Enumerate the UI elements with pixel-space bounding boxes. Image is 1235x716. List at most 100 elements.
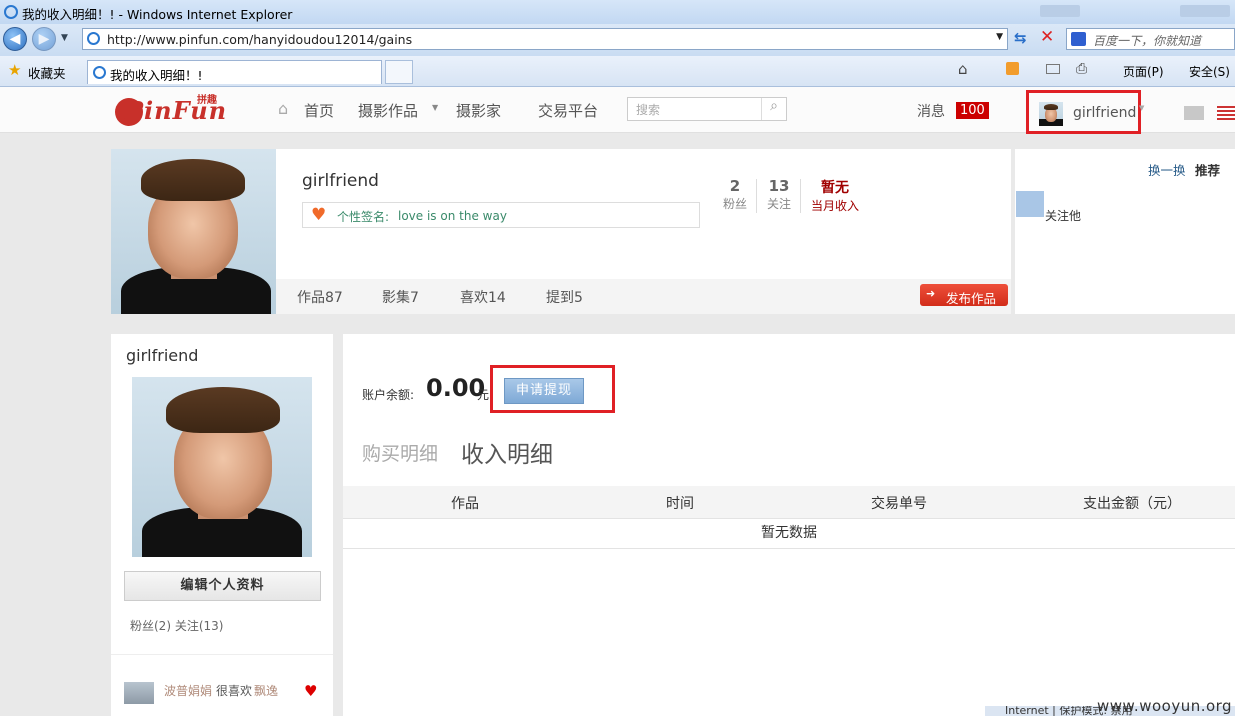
home-nav-icon: ⌂ [278, 99, 289, 118]
stat-following-value: 13 [768, 177, 790, 195]
stat-following[interactable]: 13 关注 [761, 177, 797, 212]
stat-fans-value: 2 [729, 177, 741, 195]
nav-home[interactable]: 首页 [304, 100, 334, 121]
favorites-star-icon[interactable]: ★ [8, 61, 21, 79]
publish-button-label: 发布作品 [946, 291, 997, 306]
safety-menu[interactable]: 安全(S) [1189, 63, 1230, 80]
logo-small-text: 拼趣 [197, 95, 217, 106]
works-dropdown-icon[interactable]: ▼ [432, 103, 438, 112]
feeds-icon[interactable] [1006, 62, 1019, 75]
new-tab-button[interactable] [385, 60, 413, 84]
back-button[interactable]: ◀ [3, 27, 27, 51]
messages-count-badge[interactable]: 100 [956, 102, 989, 119]
flag-us-icon[interactable] [1217, 106, 1235, 120]
publish-button[interactable]: ➜ 发布作品 [920, 284, 1008, 306]
signature-text: love is on the way [398, 209, 507, 223]
sidebar-avatar [132, 377, 312, 557]
page-menu[interactable]: 页面(P) [1123, 63, 1164, 80]
site-search-input[interactable]: 搜索 ⌕ [627, 97, 787, 121]
heart-icon: ♥ [311, 205, 327, 225]
profile-header: girlfriend ♥ 个性签名: love is on the way 2 … [111, 149, 1011, 314]
col-order-number: 交易单号 [871, 496, 927, 512]
favorites-label[interactable]: 收藏夹 [28, 63, 66, 82]
user-dropdown-icon[interactable]: ▼ [1139, 104, 1144, 112]
tab-albums[interactable]: 影集7 [382, 287, 419, 307]
url-text[interactable]: http://www.pinfun.com/hanyidoudou12014/g… [107, 32, 412, 47]
nav-trade[interactable]: 交易平台 [538, 100, 598, 121]
tab-likes[interactable]: 喜欢14 [460, 287, 506, 307]
stat-following-label: 关注 [766, 197, 791, 211]
balance-currency: 元 [477, 388, 490, 402]
watermark-text: www.wooyun.org [1097, 697, 1233, 715]
refresh-link[interactable]: 换一换 [1148, 160, 1186, 179]
col-work: 作品 [451, 496, 479, 512]
address-field[interactable]: http://www.pinfun.com/hanyidoudou12014/g… [82, 28, 1008, 50]
col-time: 时间 [666, 496, 694, 512]
activity-target[interactable]: 飘逸 [254, 682, 278, 699]
sidebar-divider [111, 654, 333, 655]
tab-title: 我的收入明细！! [110, 68, 203, 83]
url-dropdown-icon[interactable]: ▼ [996, 32, 1003, 42]
follow-link[interactable]: 关注他 [1045, 207, 1081, 224]
flag-cn-icon[interactable] [1184, 106, 1204, 120]
site-search-placeholder: 搜索 [636, 103, 661, 117]
activity-user[interactable]: 波普娟娟 [164, 682, 212, 699]
home-icon[interactable]: ⌂ [958, 60, 968, 78]
baidu-icon [1071, 32, 1086, 46]
window-title: 我的收入明细！! - Windows Internet Explorer [22, 7, 293, 22]
table-header: 作品 时间 交易单号 支出金额（元） [343, 486, 1235, 519]
left-sidebar: girlfriend 编辑个人资料 粉丝(2) 关注(13) 波普娟娟 很喜欢 … [111, 334, 333, 716]
col-amount: 支出金额（元） [1083, 496, 1181, 512]
sidebar-follow-stats[interactable]: 粉丝(2) 关注(13) [130, 617, 223, 634]
like-heart-icon[interactable]: ♥ [304, 682, 317, 700]
tab-purchase-details[interactable]: 购买明细 [362, 439, 438, 466]
browser-tab[interactable]: 我的收入明细！! [87, 60, 382, 84]
signature-label: 个性签名: [337, 210, 390, 224]
withdraw-button[interactable]: 申请提现 [504, 378, 584, 404]
window-title-bar: 我的收入明细！! - Windows Internet Explorer [0, 0, 1235, 25]
recommend-panel: 换一换 推荐 关注他 [1015, 149, 1235, 314]
forward-button[interactable]: ▶ [32, 27, 56, 51]
refresh-icon[interactable]: ⇆ [1014, 29, 1027, 47]
table-empty-row: 暂无数据 [343, 519, 1235, 549]
stat-income: 暂无 当月收入 [806, 177, 864, 214]
stat-divider [756, 179, 757, 213]
recommend-avatar[interactable] [1016, 191, 1044, 217]
profile-name: girlfriend [302, 171, 379, 191]
tab-works[interactable]: 作品87 [297, 287, 343, 307]
browser-search-box[interactable]: 百度一下，你就知道 [1066, 28, 1235, 50]
tab-income-details[interactable]: 收入明细 [461, 435, 553, 469]
stat-fans[interactable]: 2 粉丝 [717, 177, 753, 212]
activity-thumbnail[interactable] [124, 682, 154, 704]
ie-logo-icon [4, 5, 18, 19]
site-logo[interactable]: PinFun 拼趣 [115, 94, 235, 126]
stat-divider [800, 179, 801, 213]
mail-icon[interactable] [1046, 64, 1060, 74]
nav-works[interactable]: 摄影作品 [358, 100, 418, 121]
site-header: PinFun 拼趣 ⌂ 首页 摄影作品 ▼ 摄影家 交易平台 搜索 ⌕ 消息 1… [0, 87, 1235, 134]
stop-icon[interactable]: ✕ [1040, 27, 1054, 47]
favorites-bar: ★ 收藏夹 我的收入明细！! ⌂ ⎙ 页面(P) 安全(S) [0, 56, 1235, 87]
search-icon[interactable]: ⌕ [761, 98, 786, 120]
tab-mentions[interactable]: 提到5 [546, 287, 583, 307]
browser-search-placeholder[interactable]: 百度一下，你就知道 [1093, 32, 1201, 49]
balance-label: 账户余额: [362, 388, 415, 402]
edit-profile-button[interactable]: 编辑个人资料 [124, 571, 321, 601]
user-menu-highlight[interactable]: girlfriend [1026, 90, 1141, 134]
signature-box: ♥ 个性签名: love is on the way [302, 202, 700, 228]
profile-avatar-large [111, 149, 276, 314]
close-window-icon[interactable] [1180, 5, 1230, 17]
account-panel: 账户余额: 0.00 元 申请提现 购买明细 收入明细 作品 时间 交易单号 支… [343, 334, 1235, 716]
address-toolbar: ◀ ▶ ▼ http://www.pinfun.com/hanyidoudou1… [0, 24, 1235, 56]
sidebar-name: girlfriend [126, 346, 199, 365]
history-dropdown-icon[interactable]: ▼ [61, 33, 68, 43]
window-buttons-icon[interactable] [1040, 5, 1080, 17]
stat-income-value: 暂无 [821, 180, 849, 196]
print-icon[interactable]: ⎙ [1076, 61, 1087, 77]
arrow-right-icon: ➜ [926, 287, 936, 300]
nav-photographers[interactable]: 摄影家 [456, 100, 501, 121]
messages-label[interactable]: 消息 [917, 101, 945, 121]
tab-page-icon [93, 66, 106, 79]
activity-text: 很喜欢 [216, 684, 253, 698]
stat-income-label: 当月收入 [810, 199, 859, 213]
